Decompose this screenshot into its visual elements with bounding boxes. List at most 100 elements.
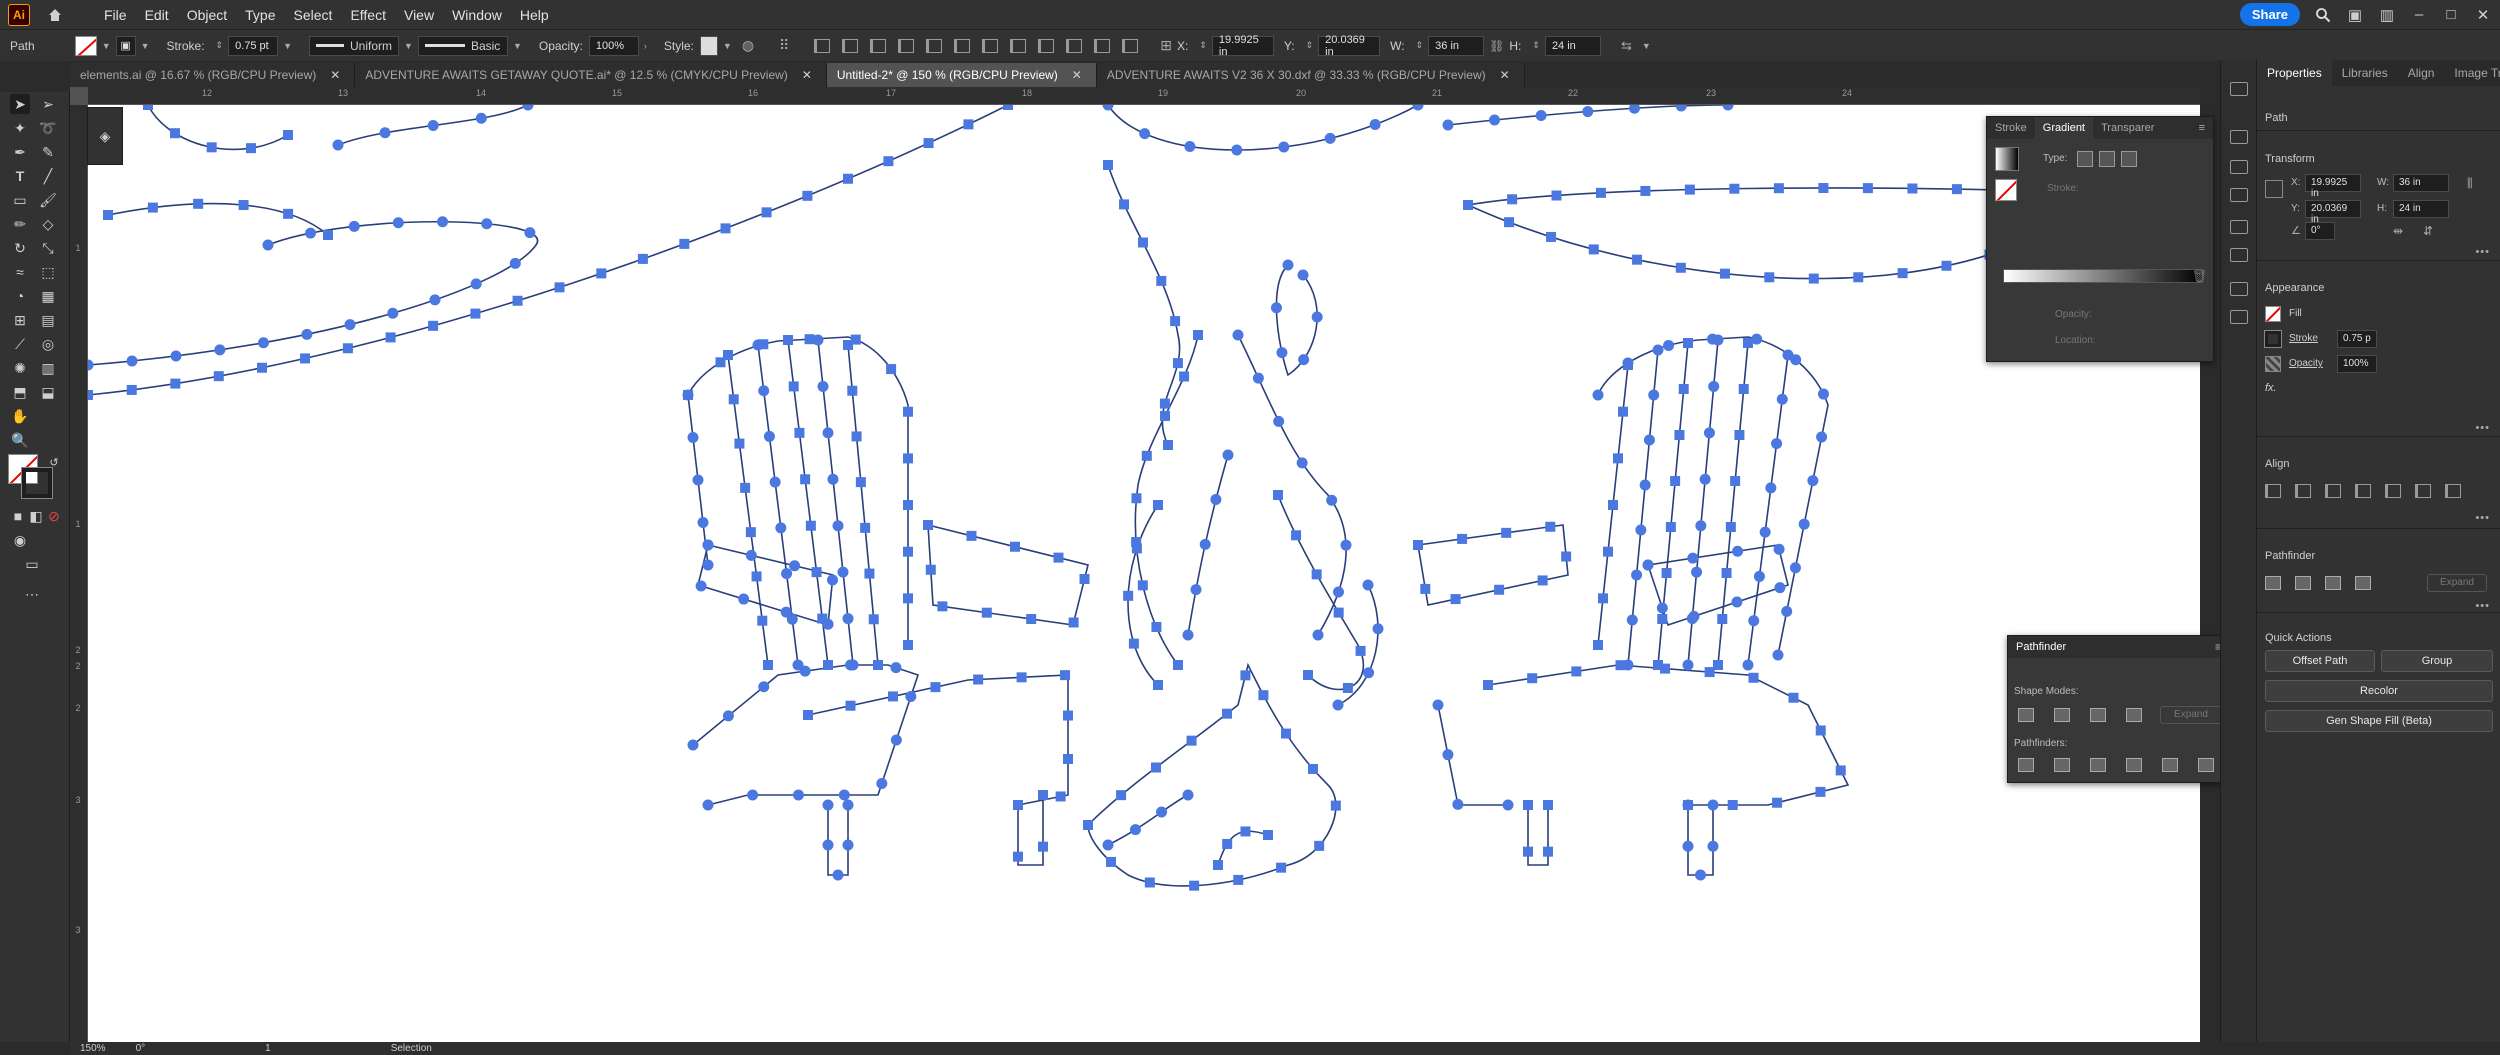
search-icon[interactable] [2314,6,2332,24]
anchor-point[interactable] [1184,140,1196,152]
anchor-point[interactable] [1160,410,1171,421]
anchor-point[interactable] [740,482,751,493]
anchor-point[interactable] [1055,791,1066,802]
anchor-point[interactable] [1656,602,1668,614]
anchor-point[interactable] [1743,338,1753,348]
minus-front-icon[interactable] [2295,576,2311,590]
anchor-point[interactable] [1330,800,1341,811]
anchor-point[interactable] [1412,105,1424,111]
anchor-point[interactable] [1907,183,1918,194]
anchor-point[interactable] [1342,682,1353,693]
anchor-point[interactable] [792,789,804,801]
anchor-point[interactable] [822,839,834,851]
anchor-point[interactable] [524,227,536,239]
anchor-point[interactable] [1182,629,1194,641]
more-options-icon[interactable]: ••• [2475,422,2490,434]
anchor-point[interactable] [300,353,311,364]
anchor-point[interactable] [845,659,857,671]
anchor-point[interactable] [1772,649,1784,661]
align-bottom-icon[interactable] [2445,484,2461,498]
anchor-point[interactable] [1660,663,1671,674]
anchor-point[interactable] [1179,371,1190,382]
anchor-point[interactable] [1489,114,1501,126]
anchor-point[interactable] [283,130,293,140]
anchor-point[interactable] [1661,568,1672,578]
anchor-point[interactable] [170,350,182,362]
expand-button[interactable]: Expand [2427,574,2487,592]
anchor-point[interactable] [1571,666,1582,677]
more-options-icon[interactable]: ••• [2475,600,2490,612]
menu-window[interactable]: Window [444,4,510,26]
anchor-point[interactable] [794,427,805,438]
flip-horizontal-icon[interactable]: ⇹ [2393,224,2403,238]
anchor-point[interactable] [817,380,829,392]
anchor-point[interactable] [1817,388,1829,400]
gen-shape-fill-button[interactable]: Gen Shape Fill (Beta) [2265,710,2493,732]
opacity-field[interactable]: 100% [588,35,639,56]
home-icon[interactable] [44,4,66,26]
rectangle-tool-icon[interactable]: ▭ [10,190,30,210]
anchor-point[interactable] [147,202,158,213]
gradient-thumbnail[interactable] [1995,147,2019,171]
anchor-point[interactable] [758,385,770,397]
tab-transparency[interactable]: Transparer [2093,117,2162,139]
anchor-point[interactable] [1729,183,1740,194]
anchor-point[interactable] [1684,184,1695,195]
magic-wand-tool-icon[interactable]: ✦ [10,118,30,138]
minus-back-icon[interactable] [2198,758,2214,772]
anchor-point[interactable] [637,253,648,264]
gradient-slider[interactable] [2003,269,2203,283]
anchor-point[interactable] [305,227,317,239]
anchor-point[interactable] [890,734,902,746]
anchor-point[interactable] [1807,475,1819,487]
anchor-point[interactable] [1631,569,1643,581]
anchor-point[interactable] [811,567,822,578]
anchor-point[interactable] [1618,406,1628,417]
stepper-icon[interactable]: ⇕ [1306,40,1314,51]
anchor-point[interactable] [1270,302,1282,314]
anchor-point[interactable] [1186,735,1197,746]
anchor-point[interactable] [981,607,992,618]
anchor-point[interactable] [679,238,690,249]
anchor-point[interactable] [470,308,481,319]
swap-colors-icon[interactable]: ↺ [44,452,64,472]
stroke-swatch[interactable] [2264,330,2282,348]
anchor-point[interactable] [1063,710,1073,721]
anchor-point[interactable] [1151,621,1162,632]
anchor-point[interactable] [1296,457,1308,469]
anchor-point[interactable] [1731,596,1743,608]
anchor-point[interactable] [1116,790,1127,801]
radial-gradient-icon[interactable] [2099,151,2115,167]
anchor-point[interactable] [1281,728,1292,739]
anchor-point[interactable] [1442,119,1454,131]
anchor-point[interactable] [923,138,934,149]
menu-type[interactable]: Type [237,4,283,26]
anchor-point[interactable] [903,406,913,417]
anchor-point[interactable] [1131,543,1142,554]
align-to-icon[interactable]: ⠿ [779,37,789,54]
anchor-point[interactable] [925,564,936,575]
anchor-point[interactable] [1213,860,1223,870]
anchor-point[interactable] [1355,645,1366,656]
anchor-point[interactable] [842,799,854,811]
align-center-icon[interactable] [2325,484,2341,498]
distribute-bottom-icon[interactable] [1038,38,1055,53]
anchor-point[interactable] [682,389,694,401]
anchor-point[interactable] [1457,533,1468,544]
gradient-tool-icon[interactable]: ▤ [38,310,58,330]
brushes-icon[interactable] [2230,310,2248,324]
color-mode-icon[interactable]: ■ [8,506,28,526]
anchor-point[interactable] [1628,105,1640,114]
anchor-point[interactable] [1674,430,1685,440]
x-field[interactable]: 19.9925 in [2305,174,2361,199]
align-right-icon[interactable] [2355,484,2371,498]
anchor-point[interactable] [1326,494,1338,506]
anchor-point[interactable] [1233,874,1244,885]
anchor-point[interactable] [1608,500,1618,510]
anchor-point[interactable] [747,789,759,801]
selection-tool-icon[interactable]: ➤ [10,94,30,114]
anchor-point[interactable] [1083,820,1093,830]
anchor-point[interactable] [789,560,801,572]
anchor-point[interactable] [780,606,792,618]
maximize-icon[interactable]: □ [2442,6,2460,24]
